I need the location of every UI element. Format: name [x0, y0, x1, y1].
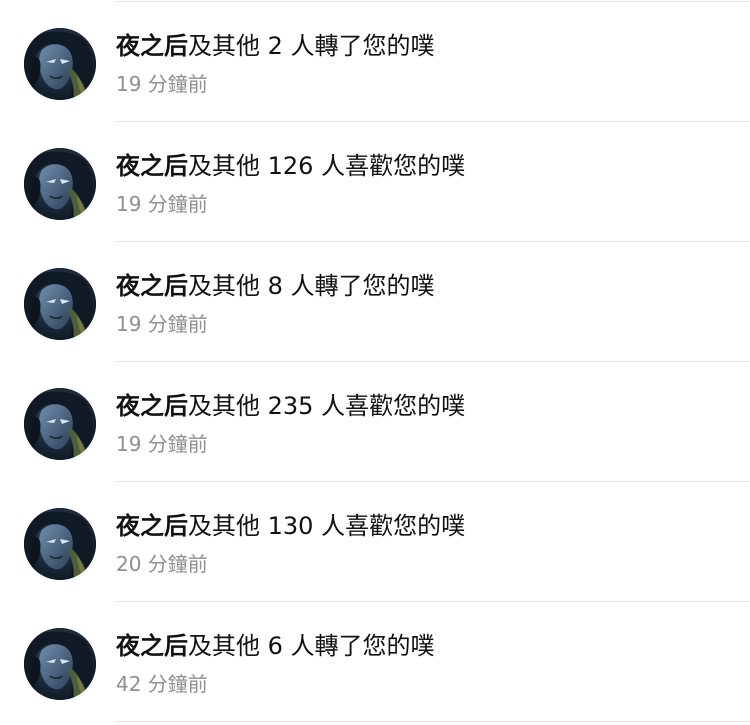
- timestamp: 19 分鐘前: [116, 312, 208, 336]
- notification-item[interactable]: 夜之后及其他 126 人喜歡您的噗 19 分鐘前: [0, 122, 750, 242]
- user-name[interactable]: 夜之后: [116, 32, 188, 60]
- timestamp: 19 分鐘前: [116, 432, 208, 456]
- user-name[interactable]: 夜之后: [116, 392, 188, 420]
- notification-text: 夜之后及其他 6 人轉了您的噗: [116, 630, 435, 662]
- notification-text: 夜之后及其他 130 人喜歡您的噗: [116, 510, 465, 542]
- avatar[interactable]: [24, 268, 96, 340]
- user-name[interactable]: 夜之后: [116, 272, 188, 300]
- timestamp: 20 分鐘前: [116, 552, 208, 576]
- notification-text: 夜之后及其他 8 人轉了您的噗: [116, 270, 435, 302]
- avatar[interactable]: [24, 628, 96, 700]
- user-name[interactable]: 夜之后: [116, 632, 188, 660]
- notification-list: 夜之后及其他 2 人轉了您的噗 19 分鐘前 夜之后及其他 126 人喜歡您的噗…: [0, 0, 750, 725]
- divider: [116, 721, 750, 722]
- notification-action: 及其他 6 人轉了您的噗: [188, 632, 435, 660]
- notification-action: 及其他 2 人轉了您的噗: [188, 32, 435, 60]
- notification-item[interactable]: 夜之后及其他 2 人轉了您的噗 19 分鐘前: [0, 2, 750, 122]
- notification-text: 夜之后及其他 235 人喜歡您的噗: [116, 390, 465, 422]
- avatar[interactable]: [24, 28, 96, 100]
- notification-item[interactable]: 夜之后及其他 6 人轉了您的噗 42 分鐘前: [0, 602, 750, 722]
- notification-text: 夜之后及其他 126 人喜歡您的噗: [116, 150, 465, 182]
- notification-item[interactable]: 夜之后及其他 8 人轉了您的噗 19 分鐘前: [0, 242, 750, 362]
- user-name[interactable]: 夜之后: [116, 152, 188, 180]
- user-name[interactable]: 夜之后: [116, 512, 188, 540]
- timestamp: 42 分鐘前: [116, 672, 208, 696]
- notification-item[interactable]: 夜之后及其他 130 人喜歡您的噗 20 分鐘前: [0, 482, 750, 602]
- timestamp: 19 分鐘前: [116, 72, 208, 96]
- timestamp: 19 分鐘前: [116, 192, 208, 216]
- avatar[interactable]: [24, 388, 96, 460]
- avatar[interactable]: [24, 148, 96, 220]
- notification-text: 夜之后及其他 2 人轉了您的噗: [116, 30, 435, 62]
- notification-item[interactable]: 夜之后及其他 235 人喜歡您的噗 19 分鐘前: [0, 362, 750, 482]
- notification-action: 及其他 8 人轉了您的噗: [188, 272, 435, 300]
- avatar[interactable]: [24, 508, 96, 580]
- notification-action: 及其他 130 人喜歡您的噗: [188, 512, 466, 540]
- notification-action: 及其他 126 人喜歡您的噗: [188, 152, 466, 180]
- notification-action: 及其他 235 人喜歡您的噗: [188, 392, 466, 420]
